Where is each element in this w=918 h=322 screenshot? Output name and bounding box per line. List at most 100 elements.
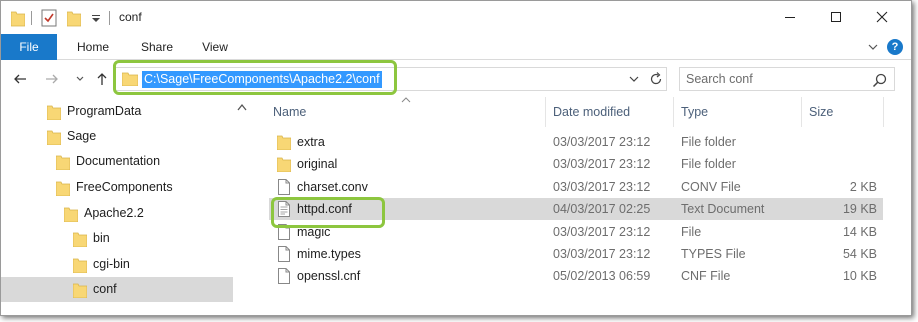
tree-item-label: conf <box>93 282 117 296</box>
tree-item-label: FreeComponents <box>76 180 173 194</box>
column-header-type[interactable]: Type <box>681 105 708 119</box>
tab-share[interactable]: Share <box>131 34 183 60</box>
up-arrow-icon <box>97 73 107 85</box>
file-icon <box>278 224 290 240</box>
file-type: Text Document <box>681 202 765 216</box>
expand-ribbon-chevron-icon[interactable] <box>867 41 879 53</box>
file-icon <box>278 268 290 284</box>
back-arrow-icon <box>14 74 26 84</box>
back-button[interactable] <box>11 70 29 88</box>
scroll-up-chevron-icon[interactable] <box>237 103 247 111</box>
search-icon[interactable] <box>872 72 888 88</box>
column-header-date-modified[interactable]: Date modified <box>553 105 630 119</box>
folder-icon <box>277 135 291 150</box>
folder-icon <box>56 155 70 170</box>
folder-icon <box>47 130 61 145</box>
explorer-window: conf File Home Share View ? C:\Sage\Free… <box>0 0 912 316</box>
folder-icon <box>277 157 291 172</box>
sort-ascending-icon <box>401 97 411 103</box>
navigation-pane: ProgramData Sage Documentation FreeCompo… <box>1 97 251 315</box>
table-row[interactable]: original 03/03/2017 23:12 File folder <box>269 153 883 175</box>
recent-locations-button[interactable] <box>71 70 89 88</box>
tab-file[interactable]: File <box>1 34 57 60</box>
forward-button[interactable] <box>43 70 61 88</box>
toolbar-separator <box>31 11 32 25</box>
tree-item-label: Apache2.2 <box>84 206 144 220</box>
file-type: File folder <box>681 157 736 171</box>
tree-item-label: Documentation <box>76 154 161 168</box>
file-icon <box>278 246 290 262</box>
file-date: 03/03/2017 23:12 <box>553 180 651 194</box>
tree-item-programdata[interactable]: ProgramData <box>1 99 233 124</box>
search-input[interactable] <box>686 71 866 87</box>
file-name: magic <box>297 225 331 239</box>
file-name: mime.types <box>297 247 361 261</box>
file-date: 04/03/2017 02:25 <box>553 202 651 216</box>
column-headers: Name Date modified Type Size <box>251 97 911 127</box>
table-row[interactable]: extra 03/03/2017 23:12 File folder <box>269 131 883 153</box>
file-name: original <box>297 157 338 171</box>
new-folder-icon[interactable] <box>67 9 81 27</box>
address-path[interactable]: C:\Sage\FreeComponents\Apache2.2\conf <box>142 71 382 88</box>
forward-arrow-icon <box>46 74 58 84</box>
address-bar[interactable]: C:\Sage\FreeComponents\Apache2.2\conf <box>115 67 667 91</box>
tree-item-sage[interactable]: Sage <box>1 124 233 149</box>
file-date: 03/03/2017 23:12 <box>553 247 651 261</box>
table-row[interactable]: mime.types 03/03/2017 23:12 TYPES File 5… <box>269 243 883 265</box>
column-divider[interactable] <box>883 97 884 127</box>
file-type: File folder <box>681 135 736 149</box>
window-title: conf <box>119 10 142 24</box>
file-size: 54 KB <box>842 247 877 261</box>
column-divider[interactable] <box>545 97 546 127</box>
address-dropdown-chevron-icon[interactable] <box>628 73 640 85</box>
toolbar-separator <box>109 11 110 25</box>
folder-icon <box>73 258 87 273</box>
tree-item-apache22[interactable]: Apache2.2 <box>1 201 233 226</box>
close-icon <box>876 11 888 23</box>
properties-check-icon[interactable] <box>41 9 57 27</box>
refresh-icon[interactable] <box>648 71 664 87</box>
tree-item-documentation[interactable]: Documentation <box>1 149 233 174</box>
tree-item-label: cgi-bin <box>93 257 130 271</box>
up-button[interactable] <box>93 70 111 88</box>
column-header-size[interactable]: Size <box>809 105 833 119</box>
tree-item-cgi-bin[interactable]: cgi-bin <box>1 252 233 277</box>
tab-view[interactable]: View <box>191 34 239 60</box>
column-divider[interactable] <box>673 97 674 127</box>
table-row[interactable]: openssl.cnf 05/02/2013 06:59 CNF File 10… <box>269 265 883 287</box>
table-row[interactable]: magic 03/03/2017 23:12 File 14 KB <box>269 221 883 243</box>
file-name: extra <box>297 135 325 149</box>
tree-item-conf[interactable]: conf <box>1 277 233 302</box>
column-divider[interactable] <box>801 97 802 127</box>
tree-item-freecomponents[interactable]: FreeComponents <box>1 175 233 200</box>
minimize-icon <box>785 17 795 18</box>
tree-item-label: bin <box>93 231 110 245</box>
file-name: openssl.cnf <box>297 269 361 283</box>
tree-item-bin[interactable]: bin <box>1 226 233 251</box>
folder-icon <box>64 207 78 222</box>
file-size: 2 KB <box>849 180 877 194</box>
tab-home[interactable]: Home <box>67 34 119 60</box>
customize-toolbar-icon[interactable] <box>91 9 101 27</box>
maximize-button[interactable] <box>813 1 859 33</box>
file-type: CONV File <box>681 180 741 194</box>
ribbon-tabs: File Home Share View ? <box>1 34 911 60</box>
navigation-scrollbar[interactable] <box>233 97 251 315</box>
close-button[interactable] <box>859 1 905 33</box>
folder-icon <box>73 283 87 298</box>
help-button[interactable]: ? <box>887 39 903 55</box>
column-header-name[interactable]: Name <box>273 105 306 119</box>
title-bar: conf <box>1 1 911 34</box>
table-row[interactable]: httpd.conf 04/03/2017 02:25 Text Documen… <box>269 198 883 220</box>
minimize-button[interactable] <box>767 1 813 33</box>
chevron-down-icon <box>76 76 84 81</box>
file-size: 10 KB <box>842 269 877 283</box>
search-box[interactable] <box>679 67 895 91</box>
file-size: 19 KB <box>842 202 877 216</box>
table-row[interactable]: charset.conv 03/03/2017 23:12 CONV File … <box>269 176 883 198</box>
folder-icon <box>73 232 87 247</box>
file-icon <box>278 179 290 195</box>
file-date: 03/03/2017 23:12 <box>553 157 651 171</box>
folder-icon <box>47 105 61 120</box>
tree-item-label: ProgramData <box>67 104 142 118</box>
